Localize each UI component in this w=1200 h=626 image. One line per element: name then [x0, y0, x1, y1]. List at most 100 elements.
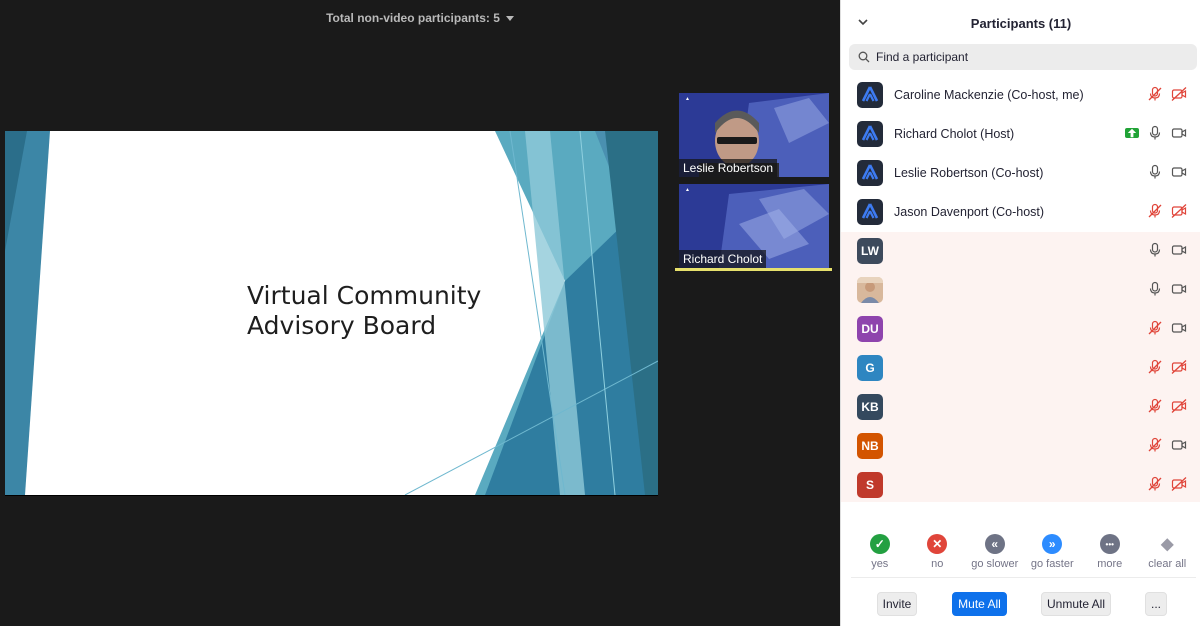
mute-all-button[interactable]: Mute All	[952, 592, 1007, 616]
nonverbal-feedback-bar: ✓ yes ✕ no « go slower » go faster ••• more ◆ clear…	[851, 534, 1196, 578]
avatar	[857, 82, 883, 108]
participant-status-icons	[1147, 281, 1187, 297]
participant-search	[849, 44, 1197, 70]
search-input[interactable]	[876, 50, 1176, 64]
video-icon[interactable]	[1171, 281, 1187, 297]
participant-row[interactable]: NB	[841, 427, 1200, 466]
reaction-label: go faster	[1030, 558, 1074, 570]
video-tile-richard[interactable]: ▲ Richard Cholot	[679, 184, 829, 268]
mic-muted-icon[interactable]	[1147, 437, 1163, 453]
participants-panel: Participants (11) Caroline Mackenzie (Co…	[840, 0, 1200, 626]
zoom-logo-icon	[861, 203, 879, 219]
reaction-more-button[interactable]: ••• more	[1081, 534, 1139, 577]
reaction-label: yes	[871, 558, 889, 570]
invite-button[interactable]: Invite	[877, 592, 917, 616]
top-bar: Total non-video participants: 5	[0, 3, 840, 31]
video-off-icon[interactable]	[1171, 398, 1187, 414]
tile-name-label: Richard Cholot	[679, 250, 767, 268]
video-icon[interactable]	[1171, 242, 1187, 258]
video-off-icon[interactable]	[1171, 476, 1187, 492]
video-icon[interactable]	[1171, 320, 1187, 336]
participant-row[interactable]: Richard Cholot (Host)	[841, 115, 1200, 154]
active-speaker-indicator	[675, 268, 832, 271]
video-off-icon[interactable]	[1171, 359, 1187, 375]
participant-status-icons	[1147, 437, 1187, 453]
reaction-icon: ◆	[1161, 536, 1174, 553]
participant-row[interactable]	[841, 271, 1200, 310]
reaction-yes-button[interactable]: ✓ yes	[851, 534, 909, 577]
nonvideo-participants-dropdown[interactable]: Total non-video participants: 5	[326, 11, 514, 25]
reaction-icon: ✕	[927, 534, 948, 554]
mic-icon[interactable]	[1147, 242, 1163, 258]
mic-muted-icon[interactable]	[1147, 86, 1163, 102]
participant-status-icons	[1147, 203, 1187, 219]
participant-row[interactable]: G	[841, 349, 1200, 388]
avatar: G	[857, 355, 883, 381]
video-icon[interactable]	[1171, 125, 1187, 141]
avatar-initials: S	[865, 478, 874, 492]
participant-row[interactable]: Leslie Robertson (Co-host)	[841, 154, 1200, 193]
mic-muted-icon[interactable]	[1147, 476, 1163, 492]
caret-down-icon	[505, 16, 514, 21]
mic-icon[interactable]	[1147, 125, 1163, 141]
participant-row[interactable]: Caroline Mackenzie (Co-host, me)	[841, 76, 1200, 115]
mic-muted-icon[interactable]	[1147, 359, 1163, 375]
avatar-initials: LW	[861, 244, 879, 258]
zoom-logo-icon	[861, 125, 879, 141]
reaction-label: no	[931, 558, 944, 570]
participant-row[interactable]: Jason Davenport (Co-host)	[841, 193, 1200, 232]
video-off-icon[interactable]	[1171, 203, 1187, 219]
mic-muted-icon[interactable]	[1147, 398, 1163, 414]
more-options-button[interactable]: ...	[1145, 592, 1167, 616]
reaction-icon: «	[984, 534, 1005, 554]
screen-share-icon	[1125, 128, 1139, 138]
reaction-no-button[interactable]: ✕ no	[909, 534, 967, 577]
participant-status-icons	[1147, 164, 1187, 180]
avatar	[857, 121, 883, 147]
brand-logo: ▲	[685, 187, 690, 193]
participant-status-icons	[1125, 125, 1187, 141]
participant-status-icons	[1147, 476, 1187, 492]
zoom-logo-icon	[861, 86, 879, 102]
avatar: LW	[857, 238, 883, 264]
participant-list: Caroline Mackenzie (Co-host, me) Richard …	[841, 76, 1200, 502]
participant-name: Richard Cholot (Host)	[894, 127, 1015, 141]
shared-screen-slide: Virtual Community Advisory Board	[5, 131, 658, 495]
panel-footer: Invite Mute All Unmute All ...	[841, 592, 1200, 618]
video-icon[interactable]	[1171, 164, 1187, 180]
avatar: KB	[857, 394, 883, 420]
search-icon	[858, 51, 870, 63]
mic-icon[interactable]	[1147, 164, 1163, 180]
reaction-go-faster-button[interactable]: » go faster	[1024, 534, 1082, 577]
avatar	[857, 277, 883, 303]
participant-row[interactable]: DU	[841, 310, 1200, 349]
reaction-clear-all-button[interactable]: ◆ clear all	[1139, 534, 1197, 577]
meeting-area: Total non-video participants: 5 Virtual …	[0, 0, 840, 626]
mic-icon[interactable]	[1147, 281, 1163, 297]
mic-muted-icon[interactable]	[1147, 320, 1163, 336]
video-off-icon[interactable]	[1171, 86, 1187, 102]
reaction-icon: ✓	[869, 534, 890, 554]
participant-row[interactable]: KB	[841, 388, 1200, 427]
participant-row[interactable]: LW	[841, 232, 1200, 271]
reaction-go-slower-button[interactable]: « go slower	[966, 534, 1024, 577]
mic-muted-icon[interactable]	[1147, 203, 1163, 219]
reaction-label: more	[1097, 558, 1123, 570]
participant-row[interactable]: S	[841, 466, 1200, 502]
avatar: DU	[857, 316, 883, 342]
unmute-all-button[interactable]: Unmute All	[1041, 592, 1111, 616]
avatar: S	[857, 472, 883, 498]
video-tile-leslie[interactable]: ▲ Leslie Robertson	[679, 93, 829, 177]
participant-status-icons	[1147, 86, 1187, 102]
participant-name: Jason Davenport (Co-host)	[894, 205, 1045, 219]
panel-header: Participants (11)	[841, 0, 1200, 44]
profile-photo	[857, 277, 883, 303]
reaction-label: go slower	[971, 558, 1019, 570]
video-icon[interactable]	[1171, 437, 1187, 453]
avatar-initials: DU	[861, 322, 879, 336]
participant-name: Caroline Mackenzie (Co-host, me)	[894, 88, 1084, 102]
avatar	[857, 199, 883, 225]
avatar-initials: KB	[861, 400, 879, 414]
participant-status-icons	[1147, 398, 1187, 414]
tile-name-label: Leslie Robertson	[679, 159, 778, 177]
